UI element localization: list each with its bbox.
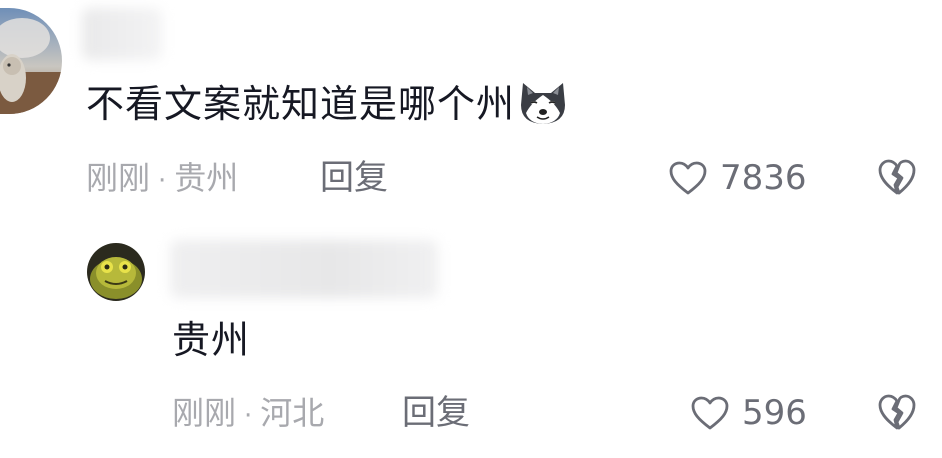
like-count: 7836 [720, 158, 807, 198]
broken-heart-icon [878, 394, 916, 430]
avatar[interactable] [87, 243, 145, 301]
like-button[interactable]: 596 [690, 391, 807, 435]
frog-avatar-icon [87, 243, 145, 301]
blurred-username [82, 8, 162, 60]
comment-time: 刚刚 [172, 394, 237, 432]
comment-location: 河北 [260, 394, 325, 432]
reply-button[interactable]: 回复 [320, 156, 388, 200]
broken-heart-icon [878, 159, 916, 195]
comment-meta: 刚刚 · 河北 [172, 391, 324, 438]
comment-time: 刚刚 [86, 159, 151, 197]
comment-meta: 刚刚 · 贵州 [86, 156, 238, 203]
reply-button[interactable]: 回复 [402, 391, 470, 435]
dislike-button[interactable] [877, 158, 917, 200]
comment-location: 贵州 [174, 159, 239, 197]
like-count: 596 [742, 393, 807, 433]
dislike-button[interactable] [877, 393, 917, 435]
meta-separator: · [244, 401, 253, 431]
heart-outline-icon [669, 161, 707, 195]
heart-outline-icon [691, 396, 729, 430]
avatar[interactable] [0, 8, 62, 114]
comment-text: 贵州 [172, 318, 251, 362]
blurred-username [170, 240, 438, 298]
meta-separator: · [158, 166, 167, 196]
comment-text-content: 不看文案就知道是哪个州 [86, 82, 516, 126]
like-button[interactable]: 7836 [668, 156, 807, 200]
husky-emoji-icon [521, 82, 566, 124]
comment-text: 不看文案就知道是哪个州 [86, 78, 569, 130]
comment-section: 不看文案就知道是哪个州 刚刚 · 贵州 回复 7836 贵州 刚刚 · 河北 回… [0, 0, 942, 458]
avatar-photo-icon [0, 8, 62, 114]
